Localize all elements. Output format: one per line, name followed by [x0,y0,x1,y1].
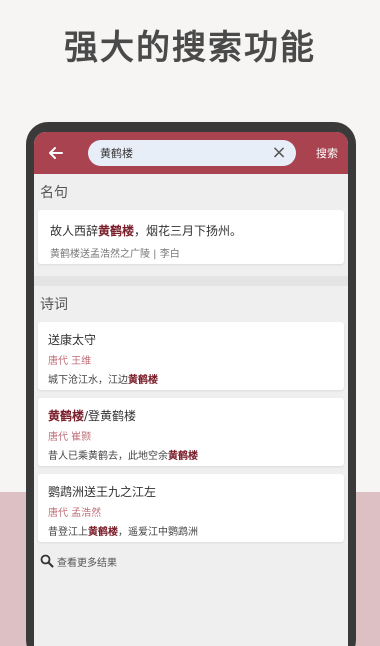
poem-line-post: ，遥爱江中鹦鹉洲 [118,527,198,538]
quote-text: 故人西辞黄鹤楼，烟花三月下扬州。 [50,222,334,239]
arrow-left-icon [49,147,63,159]
poem-meta: 唐代 崔颢 [48,432,92,443]
poem-line-pre: 城下沧江水，江边 [48,375,128,386]
poem-card[interactable]: 黄鹤楼/登黄鹤楼 唐代 崔颢 昔人已乘黄鹤去，此地空余黄鹤楼 [38,398,344,466]
poem-line-highlight: 黄鹤楼 [88,527,118,538]
app-screen: × 搜索 名句 故人西辞黄鹤楼，烟花三月下扬州。 黄鹤楼送孟浩然之广陵 | 李白… [34,132,348,646]
back-button[interactable] [42,139,70,167]
poem-meta: 唐代 孟浩然 [48,508,102,519]
more-results-label: 查看更多结果 [57,557,117,569]
quote-card[interactable]: 故人西辞黄鹤楼，烟花三月下扬州。 黄鹤楼送孟浩然之广陵 | 李白 [38,210,344,264]
quote-source: 黄鹤楼送孟浩然之广陵 | 李白 [50,249,180,260]
search-button[interactable]: 搜索 [316,145,340,161]
poem-line: 昔登江上黄鹤楼，遥爱江中鹦鹉洲 [48,523,334,538]
poem-card[interactable]: 送康太守 唐代 王维 城下沧江水，江边黄鹤楼 [38,322,344,390]
poem-line-pre: 昔登江上 [48,527,88,538]
poem-meta: 唐代 王维 [48,356,92,367]
poem-line: 昔人已乘黄鹤去，此地空余黄鹤楼 [48,447,334,462]
poem-card[interactable]: 鹦鹉洲送王九之江左 唐代 孟浩然 昔登江上黄鹤楼，遥爱江中鹦鹉洲 [38,474,344,542]
poem-line-highlight: 黄鹤楼 [168,451,198,462]
poem-title: 送康太守 [48,331,334,348]
quote-text-pre: 故人西辞 [50,224,99,238]
poem-title-text: /登黄鹤楼 [84,409,137,423]
poems-section-title: 诗词 [40,297,68,313]
poem-title-highlight: 黄鹤楼 [48,409,85,423]
promo-headline: 强大的搜索功能 [64,28,316,68]
poem-line-highlight: 黄鹤楼 [128,375,158,386]
close-icon[interactable]: × [270,144,288,162]
quote-text-post: ，烟花三月下扬州。 [134,224,243,238]
poem-line: 城下沧江水，江边黄鹤楼 [48,371,334,386]
poem-title-text: 鹦鹉洲送王九之江左 [48,485,157,499]
poem-line-pre: 昔人已乘黄鹤去，此地空余 [48,451,168,462]
quote-highlight: 黄鹤楼 [98,224,135,238]
poem-title: 鹦鹉洲送王九之江左 [48,483,334,500]
search-input[interactable] [100,146,270,160]
search-box: × [88,140,296,166]
app-bar: × 搜索 [34,132,348,174]
phone-frame: × 搜索 名句 故人西辞黄鹤楼，烟花三月下扬州。 黄鹤楼送孟浩然之广陵 | 李白… [26,122,356,646]
search-icon [40,554,54,568]
poem-title-text: 送康太守 [48,333,97,347]
more-results-link[interactable]: 查看更多结果 [34,550,348,572]
poem-title: 黄鹤楼/登黄鹤楼 [48,407,334,424]
section-divider [34,276,348,286]
quotes-section-title: 名句 [40,185,68,201]
